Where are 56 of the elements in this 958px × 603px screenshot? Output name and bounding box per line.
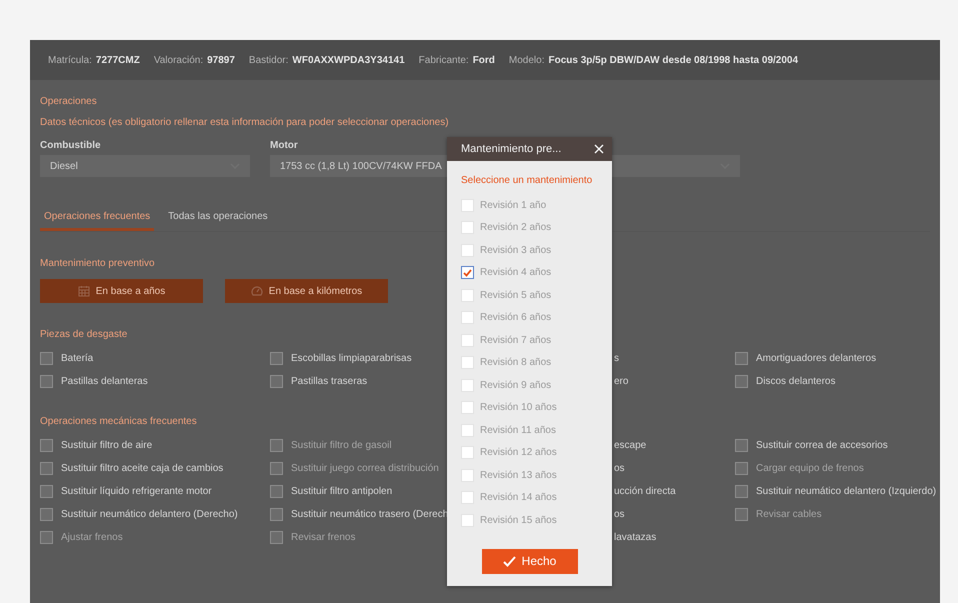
technical-data-note: Datos técnicos (es obligatorio rellenar esta información para poder seleccionar operaciones): [40, 117, 449, 128]
option-label: Revisión 9 años: [480, 380, 552, 391]
option-label: Revisión 14 años: [480, 492, 557, 504]
checkbox-label: lavatazas: [614, 532, 656, 542]
option-label: Revisión 1 año: [480, 200, 546, 211]
checkbox-label: ero: [614, 376, 628, 386]
option-label: Revisión 8 años: [480, 357, 552, 368]
option-label: Revisión 7 años: [480, 334, 552, 346]
checkbox-label: Sustituir correa de accesorios: [756, 440, 888, 450]
checkbox-label: Sustituir neumático delantero (Derecho): [61, 508, 238, 520]
checkbox-label: Cargar equipo de frenos: [756, 462, 864, 474]
checkbox-label: Escobillas limpiaparabrisas: [291, 352, 412, 364]
checkbox-label: Revisar frenos: [291, 532, 356, 542]
checkbox-label: Sustituir líquido refrigerante motor: [61, 486, 212, 496]
dialog-prompt: Seleccione un mantenimiento: [461, 175, 594, 186]
checkbox-label: Discos delanteros: [756, 376, 836, 386]
option-label: Revisión 10 años: [480, 402, 557, 414]
option-label: Revisión 11 años: [480, 424, 556, 436]
option-label: Revisión 15 años: [480, 514, 557, 526]
option-label: Revisión 13 años: [480, 470, 557, 481]
option-label: Revisión 6 años: [480, 312, 552, 324]
section-title: Operaciones: [40, 96, 97, 107]
checkbox-label: Sustituir juego correa distribución: [291, 462, 439, 474]
vehicle-field: Modelo: Focus 3p/5p DBW/DAW desde 08/1998 hasta 09/2004: [508, 54, 798, 66]
option-label: Revisión 2 años: [480, 222, 552, 234]
checkbox-label: Sustituir neumático delantero (Izquierdo): [756, 486, 936, 496]
checkbox-label: Revisar cables: [756, 508, 822, 520]
checkbox-label: Amortiguadores delanteros: [756, 352, 876, 364]
option-label: Revisión 3 años: [480, 244, 552, 256]
checkbox-label: Sustituir filtro antipolen: [291, 486, 392, 496]
checkbox-label: os: [614, 508, 625, 520]
checkbox-label: os: [614, 462, 625, 474]
vehicle-field: Bastidor: WF0AXXWPDA3Y34141: [248, 54, 405, 66]
option-label: Revisión 12 años: [480, 447, 557, 458]
checkbox-label: Pastillas delanteras: [61, 376, 148, 386]
option-label: Revisión 5 años: [480, 290, 552, 301]
checkbox-label: Sustituir filtro de aire: [61, 440, 152, 450]
checkbox-label: escape: [614, 440, 646, 450]
checkbox-label: s: [614, 352, 619, 364]
option-label: Revisión 4 años: [480, 267, 552, 278]
dialog-title: Mantenimiento pre...: [461, 143, 562, 155]
section-title: Piezas de desgaste: [40, 329, 128, 340]
vehicle-field: Fabricante: Ford: [418, 54, 495, 66]
section-title: Operaciones mecánicas frecuentes: [40, 416, 197, 427]
vehicle-field: Matrícula: 7277CMZ: [48, 54, 140, 66]
checkbox-label: Ajustar frenos: [61, 532, 123, 542]
vehicle-field: Valoración: 97897: [154, 54, 235, 66]
field-label: Motor: [270, 140, 298, 151]
checkbox-label: Sustituir neumático trasero (Derech: [291, 508, 448, 520]
section-title: Mantenimiento preventivo: [40, 258, 155, 269]
checkbox-label: Pastillas traseras: [291, 376, 368, 386]
field-label: Combustible: [40, 140, 101, 151]
checkbox-label: ucción directa: [614, 486, 676, 496]
checkbox-label: Sustituir filtro de gasoil: [291, 440, 392, 450]
checkbox-label: Sustituir filtro aceite caja de cambios: [61, 462, 224, 474]
checkbox-label: Batería: [61, 352, 94, 364]
